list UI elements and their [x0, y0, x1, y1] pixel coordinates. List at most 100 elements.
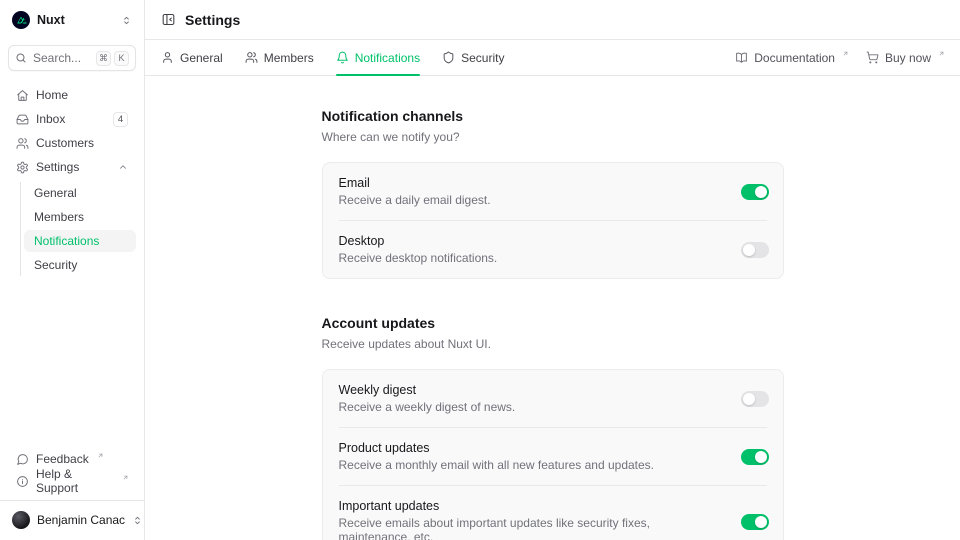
sidebar-item-label: Members: [34, 210, 84, 224]
workspace-name: Nuxt: [37, 13, 114, 27]
tab-notifications[interactable]: Notifications: [336, 40, 420, 75]
users-icon: [245, 51, 258, 64]
desktop-toggle[interactable]: [741, 242, 769, 258]
user-name: Benjamin Canac: [37, 513, 125, 527]
product-updates-toggle[interactable]: [741, 449, 769, 465]
sidebar-item-label: Home: [36, 88, 128, 102]
info-circle-icon: [16, 475, 29, 488]
tab-members[interactable]: Members: [245, 40, 314, 75]
shield-icon: [442, 51, 455, 64]
workspace-selector[interactable]: Nuxt: [8, 8, 136, 32]
settings-subnav: General Members Notifications Security: [20, 182, 136, 276]
sidebar-collapse-button[interactable]: [161, 12, 176, 27]
home-icon: [16, 89, 29, 102]
documentation-label: Documentation: [754, 51, 835, 65]
sidebar-item-notifications[interactable]: Notifications: [24, 230, 136, 252]
section-account-updates: Account updates Receive updates about Nu…: [322, 315, 784, 540]
sidebar-spacer: [8, 278, 136, 448]
sidebar-item-label: Help & Support: [36, 467, 114, 495]
user-icon: [161, 51, 174, 64]
settings-row-important-updates: Important updates Receive emails about i…: [323, 486, 783, 540]
sidebar-item-members[interactable]: Members: [24, 206, 136, 228]
documentation-link[interactable]: Documentation: [735, 51, 848, 65]
email-toggle[interactable]: [741, 184, 769, 200]
sidebar-nav: Home Inbox 4 Customers Settings: [8, 84, 136, 278]
tab-label: General: [180, 51, 223, 65]
chat-bubble-icon: [16, 453, 29, 466]
inbox-icon: [16, 113, 29, 126]
tab-label: Members: [264, 51, 314, 65]
external-link-icon: [97, 452, 104, 459]
settings-row-email: Email Receive a daily email digest.: [323, 163, 783, 220]
row-description: Receive desktop notifications.: [339, 251, 725, 265]
app-window: Nuxt Search... ⌘ K Home: [0, 0, 960, 540]
section-notification-channels: Notification channels Where can we notif…: [322, 108, 784, 279]
kbd-k: K: [114, 51, 129, 66]
chevron-up-down-icon: [132, 515, 143, 526]
weekly-digest-toggle[interactable]: [741, 391, 769, 407]
external-link-icon: [122, 474, 129, 481]
sidebar-item-home[interactable]: Home: [8, 84, 136, 106]
bell-icon: [336, 51, 349, 64]
users-icon: [16, 137, 29, 150]
tab-label: Security: [461, 51, 504, 65]
sidebar-item-inbox[interactable]: Inbox 4: [8, 108, 136, 130]
external-link-icon: [842, 50, 849, 57]
search-input[interactable]: Search... ⌘ K: [8, 45, 136, 71]
buy-now-label: Buy now: [885, 51, 931, 65]
row-label: Email: [339, 176, 725, 190]
page-title: Settings: [185, 12, 240, 28]
sidebar-item-security[interactable]: Security: [24, 254, 136, 276]
settings-row-weekly-digest: Weekly digest Receive a weekly digest of…: [323, 370, 783, 427]
section-description: Receive updates about Nuxt UI.: [322, 337, 784, 351]
sidebar-item-label: Inbox: [36, 112, 106, 126]
page-header: Settings: [145, 0, 960, 40]
settings-row-product-updates: Product updates Receive a monthly email …: [323, 428, 783, 485]
row-description: Receive emails about important updates l…: [339, 516, 725, 540]
sidebar-item-help-support[interactable]: Help & Support: [8, 470, 136, 492]
sidebar-item-general[interactable]: General: [24, 182, 136, 204]
buy-now-link[interactable]: Buy now: [866, 51, 944, 65]
book-icon: [735, 51, 748, 64]
section-description: Where can we notify you?: [322, 130, 784, 144]
sidebar-item-customers[interactable]: Customers: [8, 132, 136, 154]
important-updates-toggle[interactable]: [741, 514, 769, 530]
row-description: Receive a daily email digest.: [339, 193, 725, 207]
account-updates-card: Weekly digest Receive a weekly digest of…: [322, 369, 784, 540]
sidebar-item-label: Customers: [36, 136, 128, 150]
settings-row-desktop: Desktop Receive desktop notifications.: [323, 221, 783, 278]
sidebar-item-label: Settings: [36, 160, 111, 174]
shopping-cart-icon: [866, 51, 879, 64]
row-description: Receive a weekly digest of news.: [339, 400, 725, 414]
user-menu[interactable]: Benjamin Canac: [8, 508, 136, 532]
content-area: Notification channels Where can we notif…: [145, 76, 960, 540]
search-icon: [15, 52, 27, 64]
tab-security[interactable]: Security: [442, 40, 504, 75]
chevron-up-icon: [118, 162, 128, 172]
kbd-cmd: ⌘: [96, 51, 111, 66]
sidebar: Nuxt Search... ⌘ K Home: [0, 0, 145, 540]
tab-bar-toolbar: Documentation Buy now: [735, 51, 944, 65]
sidebar-item-label: Security: [34, 258, 77, 272]
notification-channels-card: Email Receive a daily email digest. Desk…: [322, 162, 784, 279]
tab-label: Notifications: [355, 51, 420, 65]
tab-general[interactable]: General: [161, 40, 223, 75]
tab-bar: General Members Notifications Security: [145, 40, 960, 76]
search-placeholder: Search...: [33, 51, 90, 65]
sidebar-item-settings[interactable]: Settings: [8, 156, 136, 178]
section-title: Notification channels: [322, 108, 784, 124]
nuxt-logo-icon: [12, 11, 30, 29]
row-label: Weekly digest: [339, 383, 725, 397]
external-link-icon: [938, 50, 945, 57]
sidebar-item-label: Notifications: [34, 234, 99, 248]
sidebar-item-label: General: [34, 186, 77, 200]
chevron-up-down-icon: [121, 15, 132, 26]
avatar: [12, 511, 30, 529]
search-shortcut: ⌘ K: [96, 51, 129, 66]
sidebar-item-label: Feedback: [36, 452, 89, 466]
gear-icon: [16, 161, 29, 174]
inbox-count-badge: 4: [113, 112, 128, 127]
main-area: Settings General Members Notifications: [145, 0, 960, 540]
row-label: Product updates: [339, 441, 725, 455]
user-section: Benjamin Canac: [0, 500, 144, 532]
